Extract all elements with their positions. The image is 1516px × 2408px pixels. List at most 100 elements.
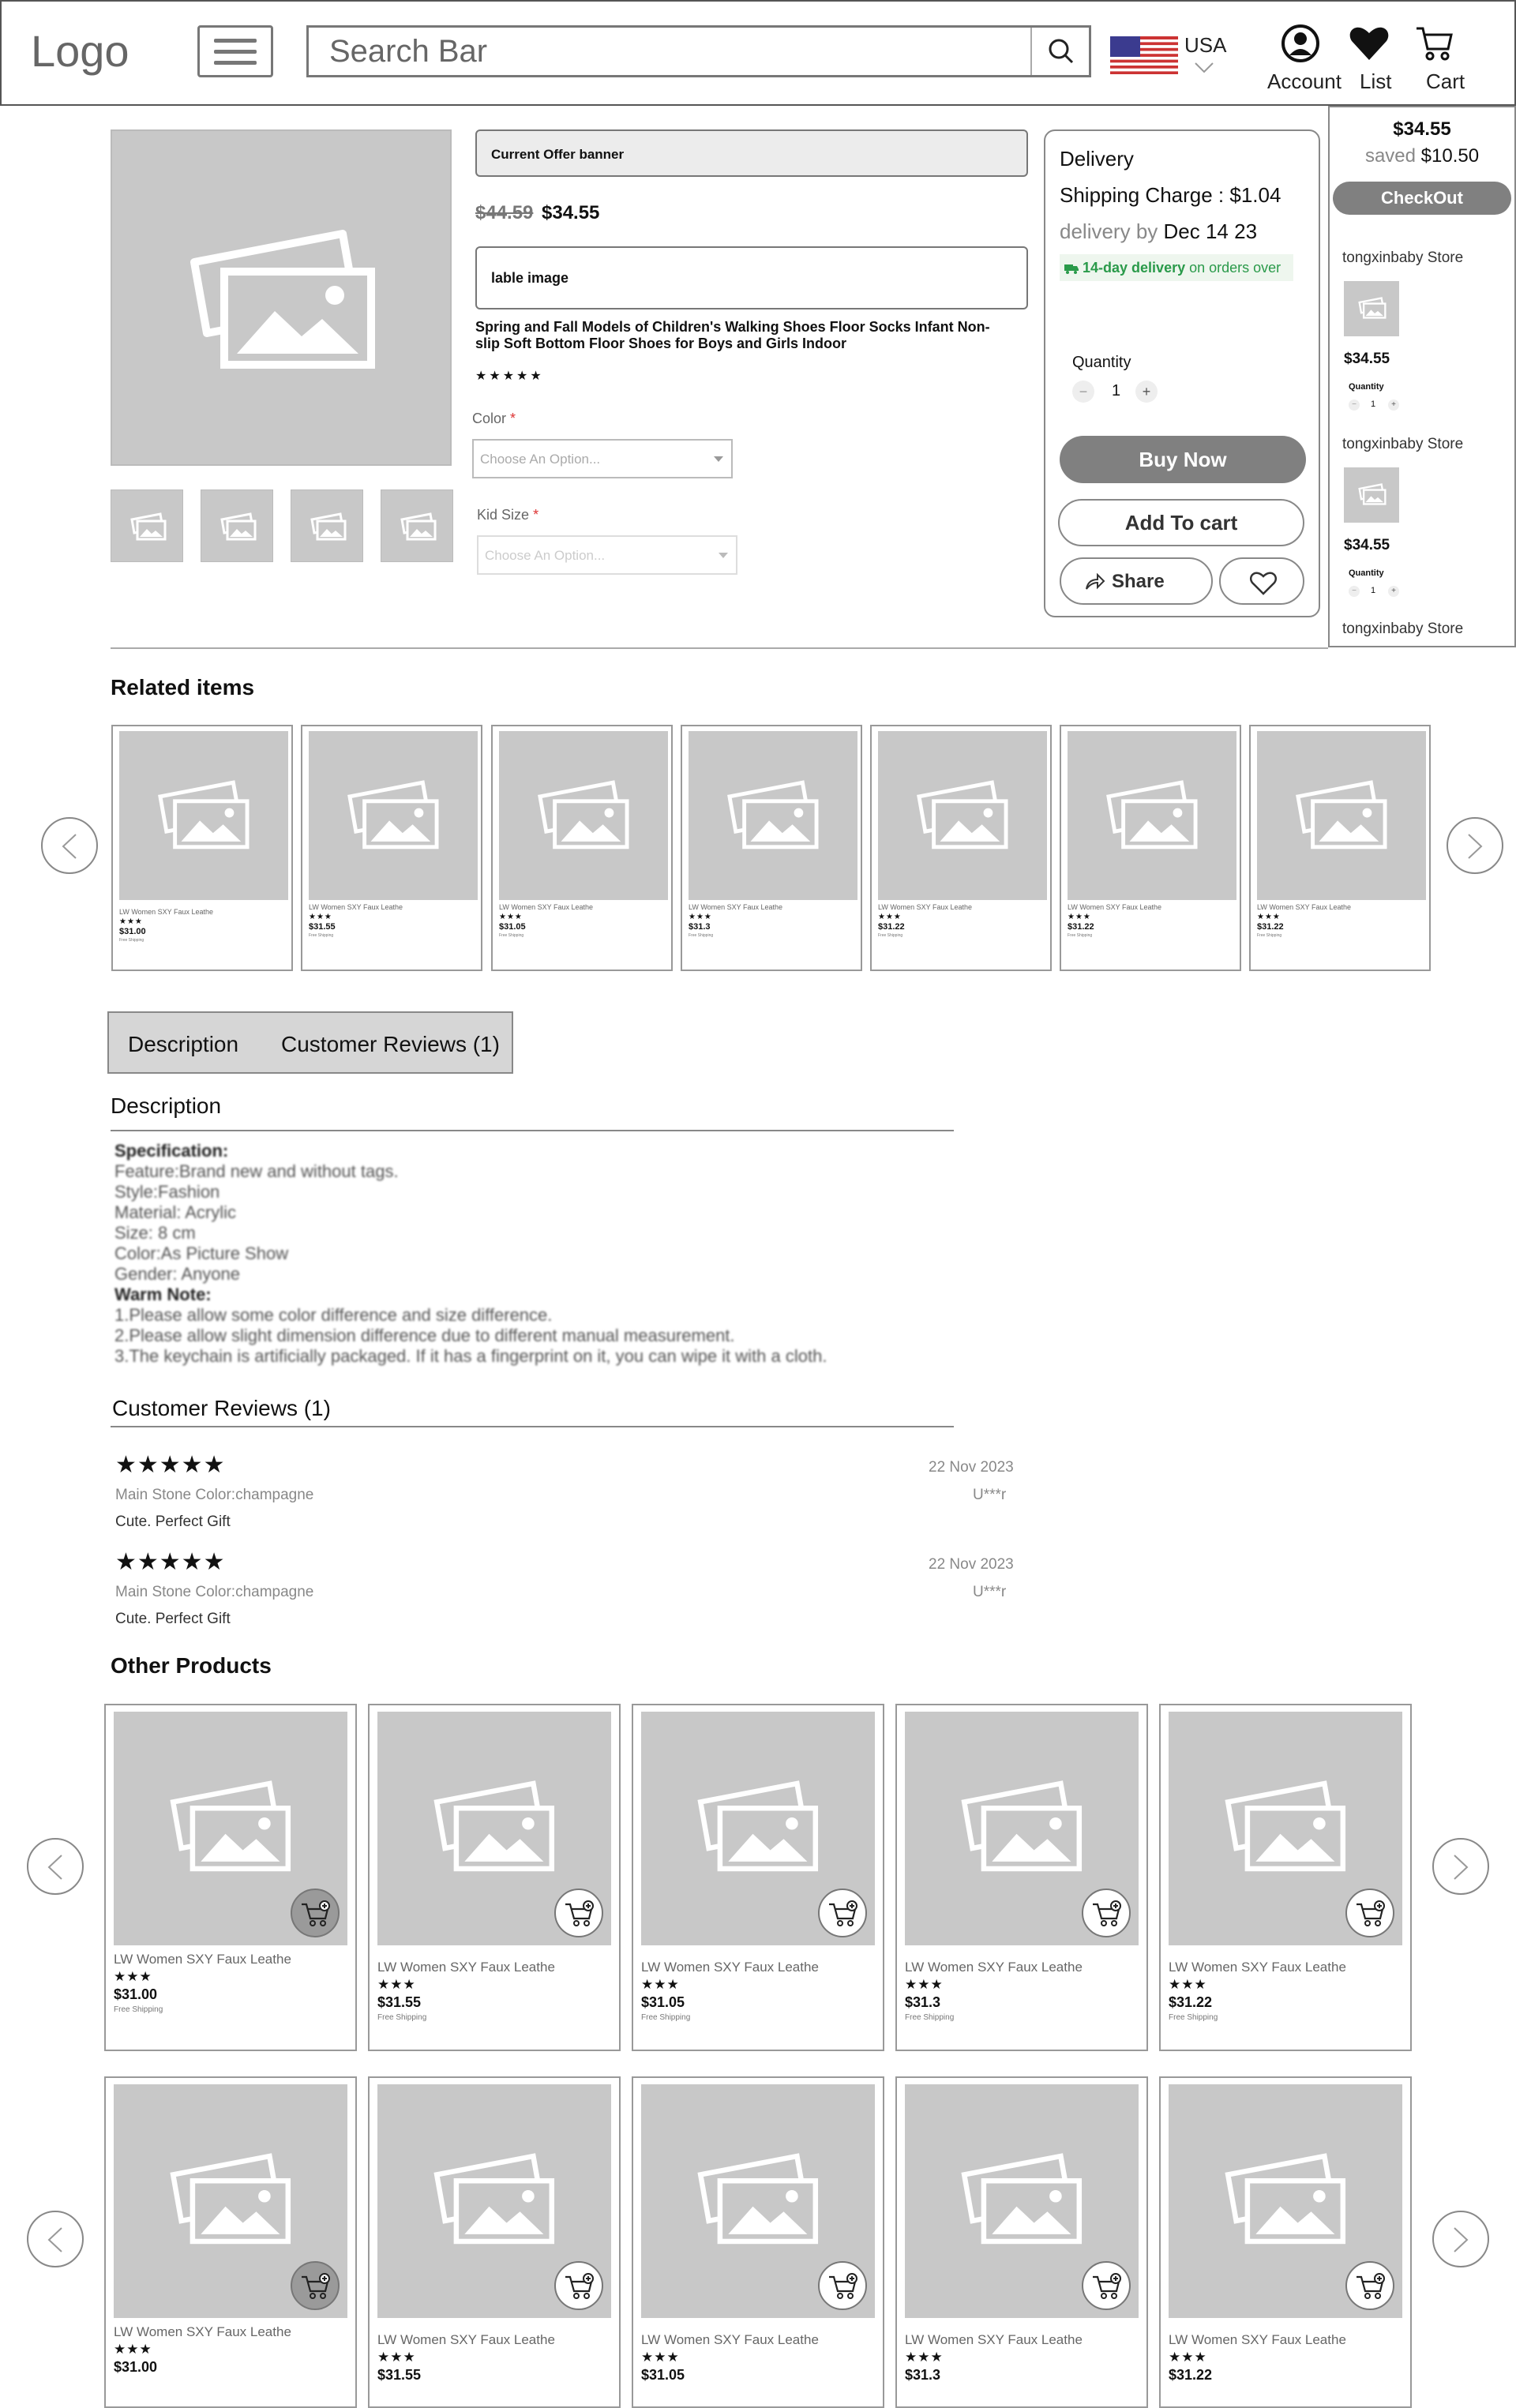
add-to-cart-button[interactable]: [554, 2261, 603, 2310]
wishlist-button[interactable]: [1219, 557, 1304, 605]
add-to-cart-button[interactable]: [818, 2261, 867, 2310]
checkout-button[interactable]: CheckOut: [1333, 182, 1511, 215]
product-name[interactable]: LW Women SXY Faux Leathe: [377, 1960, 555, 1975]
product-image[interactable]: [905, 2084, 1139, 2318]
product-image[interactable]: [309, 731, 478, 900]
add-to-cart-button[interactable]: [1345, 1889, 1394, 1937]
thumbnail[interactable]: [291, 489, 363, 562]
product-name[interactable]: LW Women SXY Faux Leathe: [1169, 2332, 1346, 2348]
product-image[interactable]: [114, 2084, 347, 2318]
tab-customer-reviews[interactable]: Customer Reviews (1): [281, 1032, 500, 1057]
other-product-card[interactable]: LW Women SXY Faux Leathe ★★★ $31.05 Free Sh…: [632, 1704, 884, 2051]
search-input[interactable]: Search Bar: [306, 25, 1091, 77]
other-row1-next-button[interactable]: [1432, 1838, 1489, 1895]
logo[interactable]: Logo: [31, 25, 129, 77]
product-name[interactable]: LW Women SXY Faux Leathe: [641, 2332, 819, 2348]
product-image[interactable]: [878, 731, 1047, 900]
other-product-card[interactable]: LW Women SXY Faux Leathe ★★★ $31.3 Free Shi…: [895, 1704, 1148, 2051]
add-to-cart-button[interactable]: [1082, 2261, 1131, 2310]
product-image[interactable]: [499, 731, 668, 900]
product-image[interactable]: [689, 731, 857, 900]
product-image[interactable]: [377, 2084, 611, 2318]
add-to-cart-button[interactable]: [291, 1889, 340, 1937]
other-row1-prev-button[interactable]: [27, 1838, 84, 1895]
product-image[interactable]: [119, 731, 288, 900]
store-name[interactable]: tongxinbaby Store: [1342, 621, 1463, 638]
product-name[interactable]: LW Women SXY Faux Leathe: [905, 1960, 1083, 1975]
related-item-card[interactable]: LW Women SXY Faux Leathe ★★★ $31.22 Free Sh…: [1249, 725, 1431, 971]
product-image[interactable]: [377, 1712, 611, 1945]
cart-qty-increment[interactable]: +: [1388, 399, 1399, 411]
cart-item-image[interactable]: [1344, 467, 1399, 523]
product-image[interactable]: [114, 1712, 347, 1945]
related-item-card[interactable]: LW Women SXY Faux Leathe ★★★ $31.22 Free Sh…: [870, 725, 1052, 971]
cart-icon[interactable]: [1415, 25, 1454, 62]
other-product-card[interactable]: LW Women SXY Faux Leathe ★★★ $31.3: [895, 2076, 1148, 2408]
cart-item-qty[interactable]: 1: [1371, 399, 1375, 409]
other-product-card[interactable]: LW Women SXY Faux Leathe ★★★ $31.22: [1159, 2076, 1412, 2408]
product-name[interactable]: LW Women SXY Faux Leathe: [114, 2324, 291, 2340]
other-product-card[interactable]: LW Women SXY Faux Leathe ★★★ $31.55: [368, 2076, 621, 2408]
related-item-card[interactable]: LW Women SXY Faux Leathe ★★★ $31.00 Free Sh…: [111, 725, 293, 971]
related-item-card[interactable]: LW Women SXY Faux Leathe ★★★ $31.3 Free Shi…: [681, 725, 862, 971]
country-label[interactable]: USA: [1184, 33, 1226, 58]
other-product-card[interactable]: LW Women SXY Faux Leathe ★★★ $31.22 Free Sh…: [1159, 1704, 1412, 2051]
buy-now-button[interactable]: Buy Now: [1060, 436, 1306, 483]
related-item-card[interactable]: LW Women SXY Faux Leathe ★★★ $31.05 Free Sh…: [491, 725, 673, 971]
other-product-card[interactable]: LW Women SXY Faux Leathe ★★★ $31.00 Free Sh…: [104, 1704, 357, 2051]
search-button[interactable]: [1030, 28, 1089, 75]
product-name[interactable]: LW Women SXY Faux Leathe: [499, 903, 593, 911]
kid-size-select[interactable]: Choose An Option...: [477, 535, 737, 575]
related-next-button[interactable]: [1447, 817, 1503, 874]
product-image[interactable]: [1068, 731, 1236, 900]
product-name[interactable]: LW Women SXY Faux Leathe: [1169, 1960, 1346, 1975]
product-name[interactable]: LW Women SXY Faux Leathe: [1257, 903, 1351, 911]
other-row2-next-button[interactable]: [1432, 2211, 1489, 2267]
offer-banner[interactable]: Current Offer banner: [475, 129, 1028, 177]
add-to-cart-button[interactable]: [291, 2261, 340, 2310]
other-product-card[interactable]: LW Women SXY Faux Leathe ★★★ $31.55 Free Sh…: [368, 1704, 621, 2051]
add-to-cart-button[interactable]: [1345, 2261, 1394, 2310]
related-item-card[interactable]: LW Women SXY Faux Leathe ★★★ $31.22 Free Sh…: [1060, 725, 1241, 971]
cart-label[interactable]: Cart: [1426, 69, 1465, 94]
thumbnail[interactable]: [111, 489, 183, 562]
share-button[interactable]: Share: [1060, 557, 1213, 605]
chevron-down-icon[interactable]: [1194, 62, 1214, 74]
product-image[interactable]: [641, 2084, 875, 2318]
color-select[interactable]: Choose An Option...: [472, 439, 733, 478]
related-prev-button[interactable]: [41, 817, 98, 874]
add-to-cart-button[interactable]: [818, 1889, 867, 1937]
product-image[interactable]: [1169, 1712, 1402, 1945]
tab-description[interactable]: Description: [128, 1032, 238, 1057]
product-image[interactable]: [1169, 2084, 1402, 2318]
account-icon[interactable]: [1281, 24, 1320, 63]
quantity-increment[interactable]: +: [1135, 381, 1158, 403]
quantity-decrement[interactable]: −: [1072, 381, 1094, 403]
quantity-value[interactable]: 1: [1112, 382, 1120, 400]
heart-icon[interactable]: [1349, 24, 1390, 62]
cart-qty-decrement[interactable]: −: [1349, 399, 1360, 411]
add-to-cart-button[interactable]: [1082, 1889, 1131, 1937]
store-name[interactable]: tongxinbaby Store: [1342, 249, 1463, 267]
thumbnail[interactable]: [201, 489, 273, 562]
account-label[interactable]: Account: [1267, 69, 1342, 94]
store-name[interactable]: tongxinbaby Store: [1342, 436, 1463, 453]
list-label[interactable]: List: [1360, 69, 1391, 94]
product-name[interactable]: LW Women SXY Faux Leathe: [309, 903, 403, 911]
product-name[interactable]: LW Women SXY Faux Leathe: [905, 2332, 1083, 2348]
other-product-card[interactable]: LW Women SXY Faux Leathe ★★★ $31.05: [632, 2076, 884, 2408]
product-image[interactable]: [1257, 731, 1426, 900]
cart-item-image[interactable]: [1344, 281, 1399, 336]
product-name[interactable]: LW Women SXY Faux Leathe: [878, 903, 972, 911]
product-name[interactable]: LW Women SXY Faux Leathe: [1068, 903, 1161, 911]
other-product-card[interactable]: LW Women SXY Faux Leathe ★★★ $31.00: [104, 2076, 357, 2408]
product-name[interactable]: LW Women SXY Faux Leathe: [689, 903, 782, 911]
product-name[interactable]: LW Women SXY Faux Leathe: [377, 2332, 555, 2348]
product-name[interactable]: LW Women SXY Faux Leathe: [114, 1952, 291, 1967]
product-name[interactable]: LW Women SXY Faux Leathe: [641, 1960, 819, 1975]
add-to-cart-button[interactable]: Add To cart: [1058, 499, 1304, 546]
main-product-image[interactable]: [111, 129, 452, 466]
product-image[interactable]: [905, 1712, 1139, 1945]
other-row2-prev-button[interactable]: [27, 2211, 84, 2267]
cart-qty-increment[interactable]: +: [1388, 586, 1399, 597]
